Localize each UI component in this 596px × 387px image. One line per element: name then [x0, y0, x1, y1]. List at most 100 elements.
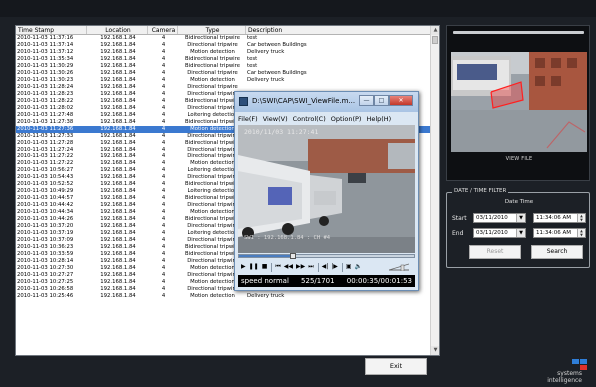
- table-row[interactable]: 2010-11-03 11:37:12 192.168.1.84 4 Motion d…: [16, 49, 439, 56]
- menu-view[interactable]: View(V): [263, 114, 288, 124]
- cell-timestamp: 2010-11-03 10:36:23: [17, 244, 74, 251]
- cell-location: 192.168.1.84: [100, 244, 136, 251]
- cell-type: Directional tripwire: [187, 83, 238, 90]
- close-icon[interactable]: ✕: [389, 95, 413, 106]
- cell-timestamp: 2010-11-03 11:27:38: [17, 118, 74, 125]
- scroll-thumb[interactable]: [432, 36, 438, 44]
- menu-option[interactable]: Option(P): [331, 114, 362, 124]
- cell-location: 192.168.1.84: [100, 271, 136, 278]
- snapshot-icon[interactable]: ▣: [346, 260, 352, 274]
- top-bar: [0, 0, 596, 17]
- cell-location: 192.168.1.84: [100, 167, 136, 174]
- video-frame[interactable]: 2010/11/03 11:27:41 SWI : 192.168.1.84 :…: [238, 125, 415, 253]
- cell-timestamp: 2010-11-03 11:27:48: [17, 111, 74, 118]
- cell-location: 192.168.1.84: [100, 104, 136, 111]
- cell-camera: 4: [161, 244, 166, 251]
- start-time-spinner[interactable]: 11:34:06 AM ▲ ▼: [533, 213, 586, 223]
- exit-button[interactable]: Exit: [365, 358, 427, 375]
- menu-help[interactable]: Help(H): [366, 114, 391, 124]
- skip-end-icon[interactable]: ⏭: [308, 260, 313, 274]
- cell-timestamp: 2010-11-03 11:30:26: [17, 69, 74, 76]
- cell-location: 192.168.1.84: [100, 41, 136, 48]
- reset-button[interactable]: Reset: [469, 245, 521, 259]
- cell-camera: 4: [161, 90, 166, 97]
- scroll-down-icon[interactable]: ▼: [431, 346, 439, 355]
- video-viewer-window[interactable]: D:\SWI\CAP\SWI_ViewFile.m... — □ ✕ File(…: [234, 91, 419, 291]
- seek-bar[interactable]: [238, 253, 415, 259]
- cell-camera: 4: [161, 104, 166, 111]
- cell-timestamp: 2010-11-03 11:35:34: [17, 55, 74, 62]
- end-date-picker[interactable]: 03/11/2010 ▼: [473, 228, 526, 238]
- cell-location: 192.168.1.84: [100, 62, 136, 69]
- end-label: End: [452, 230, 464, 237]
- play-icon[interactable]: ▶: [241, 260, 246, 274]
- cell-camera: 4: [161, 181, 166, 188]
- cell-timestamp: 2010-11-03 11:27:22: [17, 153, 74, 160]
- seek-handle[interactable]: [290, 253, 297, 259]
- volume-icon[interactable]: 🔈: [355, 260, 362, 274]
- volume-slider[interactable]: [389, 263, 409, 271]
- cell-camera: 4: [161, 216, 166, 223]
- video-scene-image: [238, 125, 415, 253]
- cell-camera: 4: [161, 118, 166, 125]
- cell-camera: 4: [161, 48, 166, 55]
- cell-timestamp: 2010-11-03 11:27:28: [17, 139, 74, 146]
- cell-location: 192.168.1.84: [100, 251, 136, 258]
- table-row[interactable]: 2010-11-03 10:25:46 192.168.1.84 4 Motion d…: [16, 293, 439, 300]
- cell-camera: 4: [161, 97, 166, 104]
- search-button[interactable]: Search: [531, 245, 583, 259]
- fast-forward-icon[interactable]: ▶▶: [296, 260, 305, 274]
- chevron-down-icon[interactable]: ▼: [516, 229, 525, 237]
- scroll-up-icon[interactable]: ▲: [431, 26, 439, 35]
- column-header-timestamp[interactable]: Time Stamp: [16, 26, 87, 34]
- cell-description: Delivery truck: [247, 48, 285, 55]
- rewind-icon[interactable]: ◀◀: [284, 260, 293, 274]
- pause-icon[interactable]: ❚❚: [249, 260, 259, 274]
- skip-start-icon[interactable]: ⏮: [275, 260, 280, 274]
- table-row[interactable]: 2010-11-03 11:30:26 192.168.1.84 4 Directio…: [16, 70, 439, 77]
- table-row[interactable]: 2010-11-03 11:28:24 192.168.1.84 4 Directio…: [16, 84, 439, 91]
- cell-location: 192.168.1.84: [100, 195, 136, 202]
- step-back-icon[interactable]: ◀|: [322, 260, 329, 274]
- step-forward-icon[interactable]: |▶: [331, 260, 338, 274]
- controls-divider: [341, 262, 343, 272]
- stop-icon[interactable]: ■: [262, 260, 268, 274]
- cell-camera: 4: [161, 292, 166, 299]
- cell-camera: 4: [161, 237, 166, 244]
- table-row[interactable]: 2010-11-03 11:37:16 192.168.1.84 4 Bidirect…: [16, 35, 439, 42]
- cell-location: 192.168.1.84: [100, 97, 136, 104]
- cell-timestamp: 2010-11-03 11:27:36: [17, 125, 74, 132]
- chevron-down-icon[interactable]: ▼: [516, 214, 525, 222]
- table-scrollbar[interactable]: ▲ ▼: [430, 26, 439, 355]
- column-header-description[interactable]: Description: [246, 26, 439, 34]
- table-row[interactable]: 2010-11-03 11:35:34 192.168.1.84 4 Bidirect…: [16, 56, 439, 63]
- cell-location: 192.168.1.84: [100, 223, 136, 230]
- video-timestamp: 2010/11/03 11:27:41: [244, 128, 319, 136]
- cell-location: 192.168.1.84: [100, 48, 136, 55]
- cell-timestamp: 2010-11-03 10:49:29: [17, 188, 74, 195]
- table-row[interactable]: 2010-11-03 11:37:14 192.168.1.84 4 Directio…: [16, 42, 439, 49]
- end-date-value: 03/11/2010: [476, 230, 508, 236]
- spin-arrows-icon[interactable]: ▲ ▼: [577, 229, 585, 237]
- cell-description: Car between Buildings: [247, 41, 307, 48]
- cell-location: 192.168.1.84: [100, 209, 136, 216]
- menu-control[interactable]: Control(C): [293, 114, 326, 124]
- start-date-picker[interactable]: 03/11/2010 ▼: [473, 213, 526, 223]
- cell-timestamp: 2010-11-03 10:27:27: [17, 271, 74, 278]
- cell-timestamp: 2010-11-03 11:37:14: [17, 41, 74, 48]
- cell-camera: 4: [161, 139, 166, 146]
- preview-camera-image[interactable]: [451, 52, 587, 152]
- end-time-spinner[interactable]: 11:34:06 AM ▲ ▼: [533, 228, 586, 238]
- menu-file[interactable]: File(F): [238, 114, 258, 124]
- column-header-location[interactable]: Location: [87, 26, 148, 34]
- table-row[interactable]: 2010-11-03 11:30:23 192.168.1.84 4 Motion d…: [16, 77, 439, 84]
- video-titlebar[interactable]: D:\SWI\CAP\SWI_ViewFile.m... — □ ✕: [235, 92, 418, 112]
- spin-arrows-icon[interactable]: ▲ ▼: [577, 214, 585, 222]
- cell-camera: 4: [161, 146, 166, 153]
- minimize-icon[interactable]: —: [359, 95, 374, 106]
- column-header-camera[interactable]: Camera: [148, 26, 178, 34]
- maximize-icon[interactable]: □: [374, 95, 389, 106]
- cell-timestamp: 2010-11-03 10:37:20: [17, 223, 74, 230]
- table-row[interactable]: 2010-11-03 11:30:29 192.168.1.84 4 Bidirect…: [16, 63, 439, 70]
- column-header-type[interactable]: Type: [178, 26, 246, 34]
